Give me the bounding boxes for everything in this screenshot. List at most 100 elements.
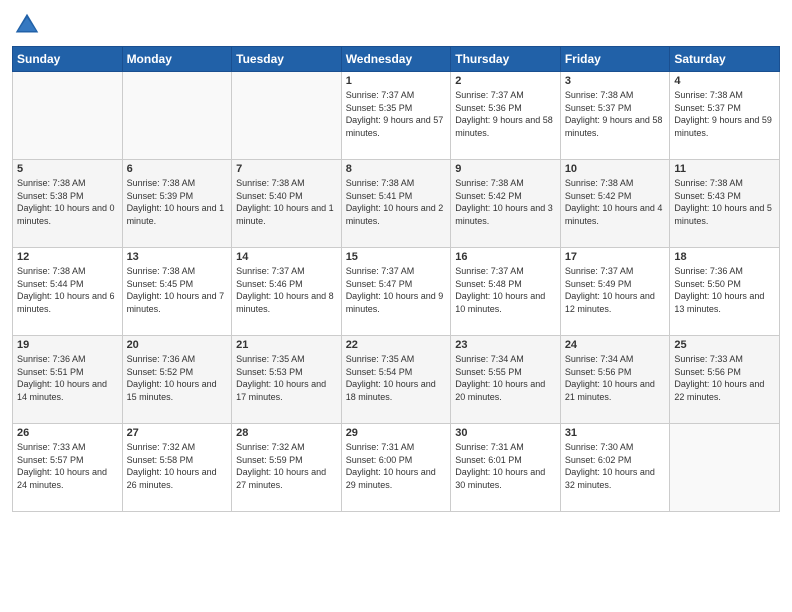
day-info: Sunrise: 7:33 AMSunset: 5:56 PMDaylight:…	[674, 353, 775, 403]
calendar-cell: 28 Sunrise: 7:32 AMSunset: 5:59 PMDayligh…	[232, 424, 342, 512]
calendar-cell	[670, 424, 780, 512]
day-info: Sunrise: 7:37 AMSunset: 5:36 PMDaylight:…	[455, 89, 556, 139]
day-info: Sunrise: 7:35 AMSunset: 5:54 PMDaylight:…	[346, 353, 447, 403]
day-info: Sunrise: 7:37 AMSunset: 5:46 PMDaylight:…	[236, 265, 337, 315]
weekday-header-wednesday: Wednesday	[341, 47, 451, 72]
calendar-cell: 30 Sunrise: 7:31 AMSunset: 6:01 PMDayligh…	[451, 424, 561, 512]
logo-icon	[12, 10, 42, 40]
calendar-cell: 25Sunrise: 7:33 AMSunset: 5:56 PMDayligh…	[670, 336, 780, 424]
calendar-cell: 15 Sunrise: 7:37 AMSunset: 5:47 PMDayligh…	[341, 248, 451, 336]
day-info: Sunrise: 7:34 AMSunset: 5:56 PMDaylight:…	[565, 353, 666, 403]
calendar-cell	[232, 72, 342, 160]
day-info: Sunrise: 7:38 AMSunset: 5:43 PMDaylight:…	[674, 177, 775, 227]
calendar-week-3: 12Sunrise: 7:38 AMSunset: 5:44 PMDayligh…	[13, 248, 780, 336]
day-number: 4	[674, 75, 775, 87]
day-info: Sunrise: 7:38 AMSunset: 5:41 PMDaylight:…	[346, 177, 447, 227]
day-number: 14	[236, 251, 337, 263]
day-number: 13	[127, 251, 228, 263]
calendar-cell: 24 Sunrise: 7:34 AMSunset: 5:56 PMDayligh…	[560, 336, 670, 424]
day-number: 26	[17, 427, 118, 439]
day-number: 31	[565, 427, 666, 439]
calendar-cell: 18 Sunrise: 7:36 AMSunset: 5:50 PMDayligh…	[670, 248, 780, 336]
day-number: 6	[127, 163, 228, 175]
day-number: 15	[346, 251, 447, 263]
day-number: 10	[565, 163, 666, 175]
day-info: Sunrise: 7:36 AMSunset: 5:51 PMDaylight:…	[17, 353, 118, 403]
calendar-cell: 17 Sunrise: 7:37 AMSunset: 5:49 PMDayligh…	[560, 248, 670, 336]
calendar-cell: 22 Sunrise: 7:35 AMSunset: 5:54 PMDayligh…	[341, 336, 451, 424]
day-info: Sunrise: 7:30 AMSunset: 6:02 PMDaylight:…	[565, 441, 666, 491]
day-number: 9	[455, 163, 556, 175]
day-info: Sunrise: 7:37 AMSunset: 5:48 PMDaylight:…	[455, 265, 556, 315]
day-info: Sunrise: 7:38 AMSunset: 5:39 PMDaylight:…	[127, 177, 228, 227]
day-info: Sunrise: 7:31 AMSunset: 6:00 PMDaylight:…	[346, 441, 447, 491]
day-number: 19	[17, 339, 118, 351]
page: SundayMondayTuesdayWednesdayThursdayFrid…	[0, 0, 792, 522]
day-number: 23	[455, 339, 556, 351]
day-number: 1	[346, 75, 447, 87]
calendar-cell: 7 Sunrise: 7:38 AMSunset: 5:40 PMDaylight…	[232, 160, 342, 248]
day-number: 18	[674, 251, 775, 263]
day-info: Sunrise: 7:32 AMSunset: 5:58 PMDaylight:…	[127, 441, 228, 491]
day-info: Sunrise: 7:36 AMSunset: 5:50 PMDaylight:…	[674, 265, 775, 315]
day-info: Sunrise: 7:36 AMSunset: 5:52 PMDaylight:…	[127, 353, 228, 403]
calendar-cell	[122, 72, 232, 160]
calendar-cell	[13, 72, 123, 160]
day-info: Sunrise: 7:32 AMSunset: 5:59 PMDaylight:…	[236, 441, 337, 491]
calendar-cell: 4Sunrise: 7:38 AMSunset: 5:37 PMDaylight…	[670, 72, 780, 160]
day-number: 30	[455, 427, 556, 439]
day-info: Sunrise: 7:38 AMSunset: 5:37 PMDaylight:…	[565, 89, 666, 139]
day-number: 11	[674, 163, 775, 175]
day-info: Sunrise: 7:34 AMSunset: 5:55 PMDaylight:…	[455, 353, 556, 403]
calendar-table: SundayMondayTuesdayWednesdayThursdayFrid…	[12, 46, 780, 512]
day-info: Sunrise: 7:38 AMSunset: 5:40 PMDaylight:…	[236, 177, 337, 227]
day-number: 7	[236, 163, 337, 175]
day-number: 20	[127, 339, 228, 351]
day-number: 17	[565, 251, 666, 263]
day-number: 3	[565, 75, 666, 87]
day-info: Sunrise: 7:35 AMSunset: 5:53 PMDaylight:…	[236, 353, 337, 403]
calendar-cell: 13Sunrise: 7:38 AMSunset: 5:45 PMDayligh…	[122, 248, 232, 336]
calendar-week-2: 5 Sunrise: 7:38 AMSunset: 5:38 PMDaylight…	[13, 160, 780, 248]
weekday-header-sunday: Sunday	[13, 47, 123, 72]
day-number: 24	[565, 339, 666, 351]
calendar-body: 1 Sunrise: 7:37 AMSunset: 5:35 PMDaylight…	[13, 72, 780, 512]
weekday-header-friday: Friday	[560, 47, 670, 72]
weekday-header-row: SundayMondayTuesdayWednesdayThursdayFrid…	[13, 47, 780, 72]
calendar-cell: 1 Sunrise: 7:37 AMSunset: 5:35 PMDaylight…	[341, 72, 451, 160]
day-number: 12	[17, 251, 118, 263]
day-number: 16	[455, 251, 556, 263]
calendar-cell: 21 Sunrise: 7:35 AMSunset: 5:53 PMDayligh…	[232, 336, 342, 424]
calendar-cell: 9Sunrise: 7:38 AMSunset: 5:42 PMDaylight…	[451, 160, 561, 248]
logo	[12, 10, 46, 40]
day-number: 8	[346, 163, 447, 175]
weekday-header-saturday: Saturday	[670, 47, 780, 72]
calendar-cell: 14 Sunrise: 7:37 AMSunset: 5:46 PMDayligh…	[232, 248, 342, 336]
calendar-cell: 6 Sunrise: 7:38 AMSunset: 5:39 PMDaylight…	[122, 160, 232, 248]
calendar-header: SundayMondayTuesdayWednesdayThursdayFrid…	[13, 47, 780, 72]
calendar-cell: 29Sunrise: 7:31 AMSunset: 6:00 PMDayligh…	[341, 424, 451, 512]
day-info: Sunrise: 7:38 AMSunset: 5:42 PMDaylight:…	[565, 177, 666, 227]
day-number: 21	[236, 339, 337, 351]
calendar-cell: 8 Sunrise: 7:38 AMSunset: 5:41 PMDaylight…	[341, 160, 451, 248]
day-number: 27	[127, 427, 228, 439]
calendar-cell: 31 Sunrise: 7:30 AMSunset: 6:02 PMDayligh…	[560, 424, 670, 512]
day-info: Sunrise: 7:37 AMSunset: 5:49 PMDaylight:…	[565, 265, 666, 315]
calendar-cell: 5 Sunrise: 7:38 AMSunset: 5:38 PMDaylight…	[13, 160, 123, 248]
calendar-cell: 12Sunrise: 7:38 AMSunset: 5:44 PMDayligh…	[13, 248, 123, 336]
calendar-cell: 16 Sunrise: 7:37 AMSunset: 5:48 PMDayligh…	[451, 248, 561, 336]
day-info: Sunrise: 7:37 AMSunset: 5:47 PMDaylight:…	[346, 265, 447, 315]
calendar-cell: 10 Sunrise: 7:38 AMSunset: 5:42 PMDayligh…	[560, 160, 670, 248]
day-number: 22	[346, 339, 447, 351]
calendar-cell: 26Sunrise: 7:33 AMSunset: 5:57 PMDayligh…	[13, 424, 123, 512]
calendar-cell: 19 Sunrise: 7:36 AMSunset: 5:51 PMDayligh…	[13, 336, 123, 424]
day-info: Sunrise: 7:37 AMSunset: 5:35 PMDaylight:…	[346, 89, 447, 139]
day-info: Sunrise: 7:38 AMSunset: 5:38 PMDaylight:…	[17, 177, 118, 227]
day-number: 2	[455, 75, 556, 87]
day-info: Sunrise: 7:31 AMSunset: 6:01 PMDaylight:…	[455, 441, 556, 491]
calendar-cell: 20 Sunrise: 7:36 AMSunset: 5:52 PMDayligh…	[122, 336, 232, 424]
day-number: 28	[236, 427, 337, 439]
day-number: 5	[17, 163, 118, 175]
calendar-cell: 27 Sunrise: 7:32 AMSunset: 5:58 PMDayligh…	[122, 424, 232, 512]
calendar-cell: 3 Sunrise: 7:38 AMSunset: 5:37 PMDaylight…	[560, 72, 670, 160]
